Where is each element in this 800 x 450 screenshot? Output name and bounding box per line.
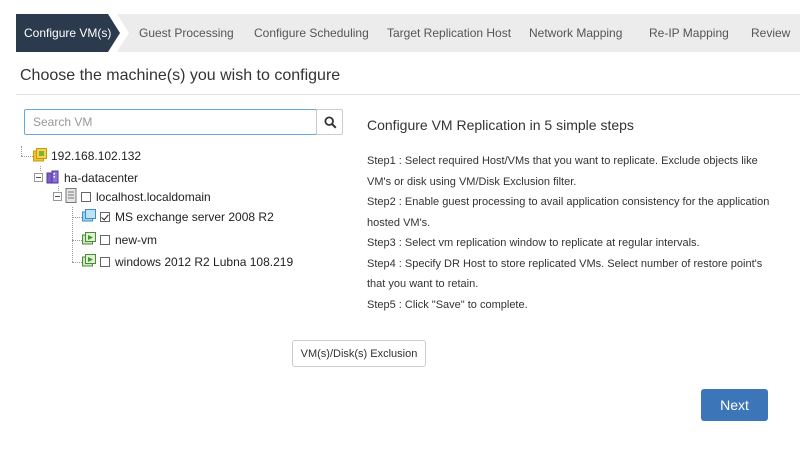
search-icon	[324, 116, 337, 129]
collapse-icon	[34, 171, 43, 185]
vm-powered-on-icon	[82, 231, 96, 249]
vm-powered-on-icon	[82, 253, 96, 271]
tree-connector	[72, 217, 82, 218]
vm-checkbox[interactable]	[100, 235, 110, 245]
divider	[16, 94, 800, 95]
tree-connector	[21, 146, 22, 156]
tree-item-label: new-vm	[115, 233, 158, 247]
tree-item-label: localhost.localdomain	[96, 190, 211, 204]
tree-connector	[72, 240, 82, 241]
wizard-step-label: Review	[751, 26, 791, 40]
vm-checkbox[interactable]	[100, 212, 110, 222]
wizard-step-configure-vms[interactable]: Configure VM(s)	[16, 14, 120, 52]
datacenter-icon	[46, 170, 60, 187]
tree-connector	[72, 262, 82, 263]
wizard-step-label: Re-IP Mapping	[649, 26, 729, 40]
tree-item-vm[interactable]: MS exchange server 2008 R2	[82, 208, 274, 226]
search-input[interactable]	[24, 109, 317, 135]
instruction-step: Step1 : Select required Host/VMs that yo…	[367, 155, 758, 188]
wizard-step-label: Configure Scheduling	[254, 26, 369, 40]
host-icon	[33, 147, 47, 165]
tree-item-host[interactable]: 192.168.102.132	[33, 147, 141, 165]
wizard-step-label: Network Mapping	[529, 26, 623, 40]
instruction-step: Step2 : Enable guest processing to avail…	[367, 196, 770, 229]
instructions-title: Configure VM Replication in 5 simple ste…	[367, 117, 634, 133]
wizard-step-configure-scheduling[interactable]: Configure Scheduling	[232, 14, 378, 52]
instructions-steps: Step1 : Select required Host/VMs that yo…	[367, 151, 782, 315]
tree-item-vm[interactable]: new-vm	[82, 231, 157, 249]
instruction-step: Step4 : Specify DR Host to store replica…	[367, 257, 763, 291]
tree-item-server[interactable]: localhost.localdomain	[53, 188, 211, 206]
tree-item-label: windows 2012 R2 Lubna 108.219	[115, 255, 294, 269]
tree-item-label: ha-datacenter	[64, 171, 139, 185]
tree-item-vm[interactable]: windows 2012 R2 Lubna 108.219	[82, 253, 293, 271]
instruction-step: Step3 : Select vm replication window to …	[367, 237, 700, 249]
page-title: Choose the machine(s) you wish to config…	[20, 67, 341, 84]
tree-connector	[72, 207, 73, 262]
wizard-step-guest-processing[interactable]: Guest Processing	[117, 14, 247, 52]
server-icon	[65, 188, 77, 206]
wizard-step-label: Configure VM(s)	[24, 26, 112, 40]
wizard-step-label: Guest Processing	[139, 26, 234, 40]
vm-disk-exclusion-button[interactable]: VM(s)/Disk(s) Exclusion	[292, 340, 426, 367]
tree-item-label: MS exchange server 2008 R2	[115, 210, 274, 224]
wizard-step-target-replication-host[interactable]: Target Replication Host	[365, 14, 520, 52]
wizard-steps: Configure VM(s) Guest Processing Configu…	[16, 14, 800, 52]
vm-checkbox[interactable]	[100, 257, 110, 267]
wizard-step-network-mapping[interactable]: Network Mapping	[507, 14, 641, 52]
server-checkbox[interactable]	[81, 192, 91, 202]
vm-icon	[82, 208, 96, 226]
tree-item-datacenter[interactable]: ha-datacenter	[34, 169, 138, 187]
next-button[interactable]: Next	[701, 389, 768, 421]
instruction-step: Step5 : Click "Save" to complete.	[367, 298, 528, 311]
wizard-step-label: Target Replication Host	[387, 26, 512, 40]
collapse-icon	[53, 190, 62, 204]
tree-connector	[21, 156, 33, 157]
search-button[interactable]	[316, 109, 343, 135]
wizard-step-re-ip-mapping[interactable]: Re-IP Mapping	[627, 14, 743, 52]
tree-item-label: 192.168.102.132	[51, 149, 142, 163]
